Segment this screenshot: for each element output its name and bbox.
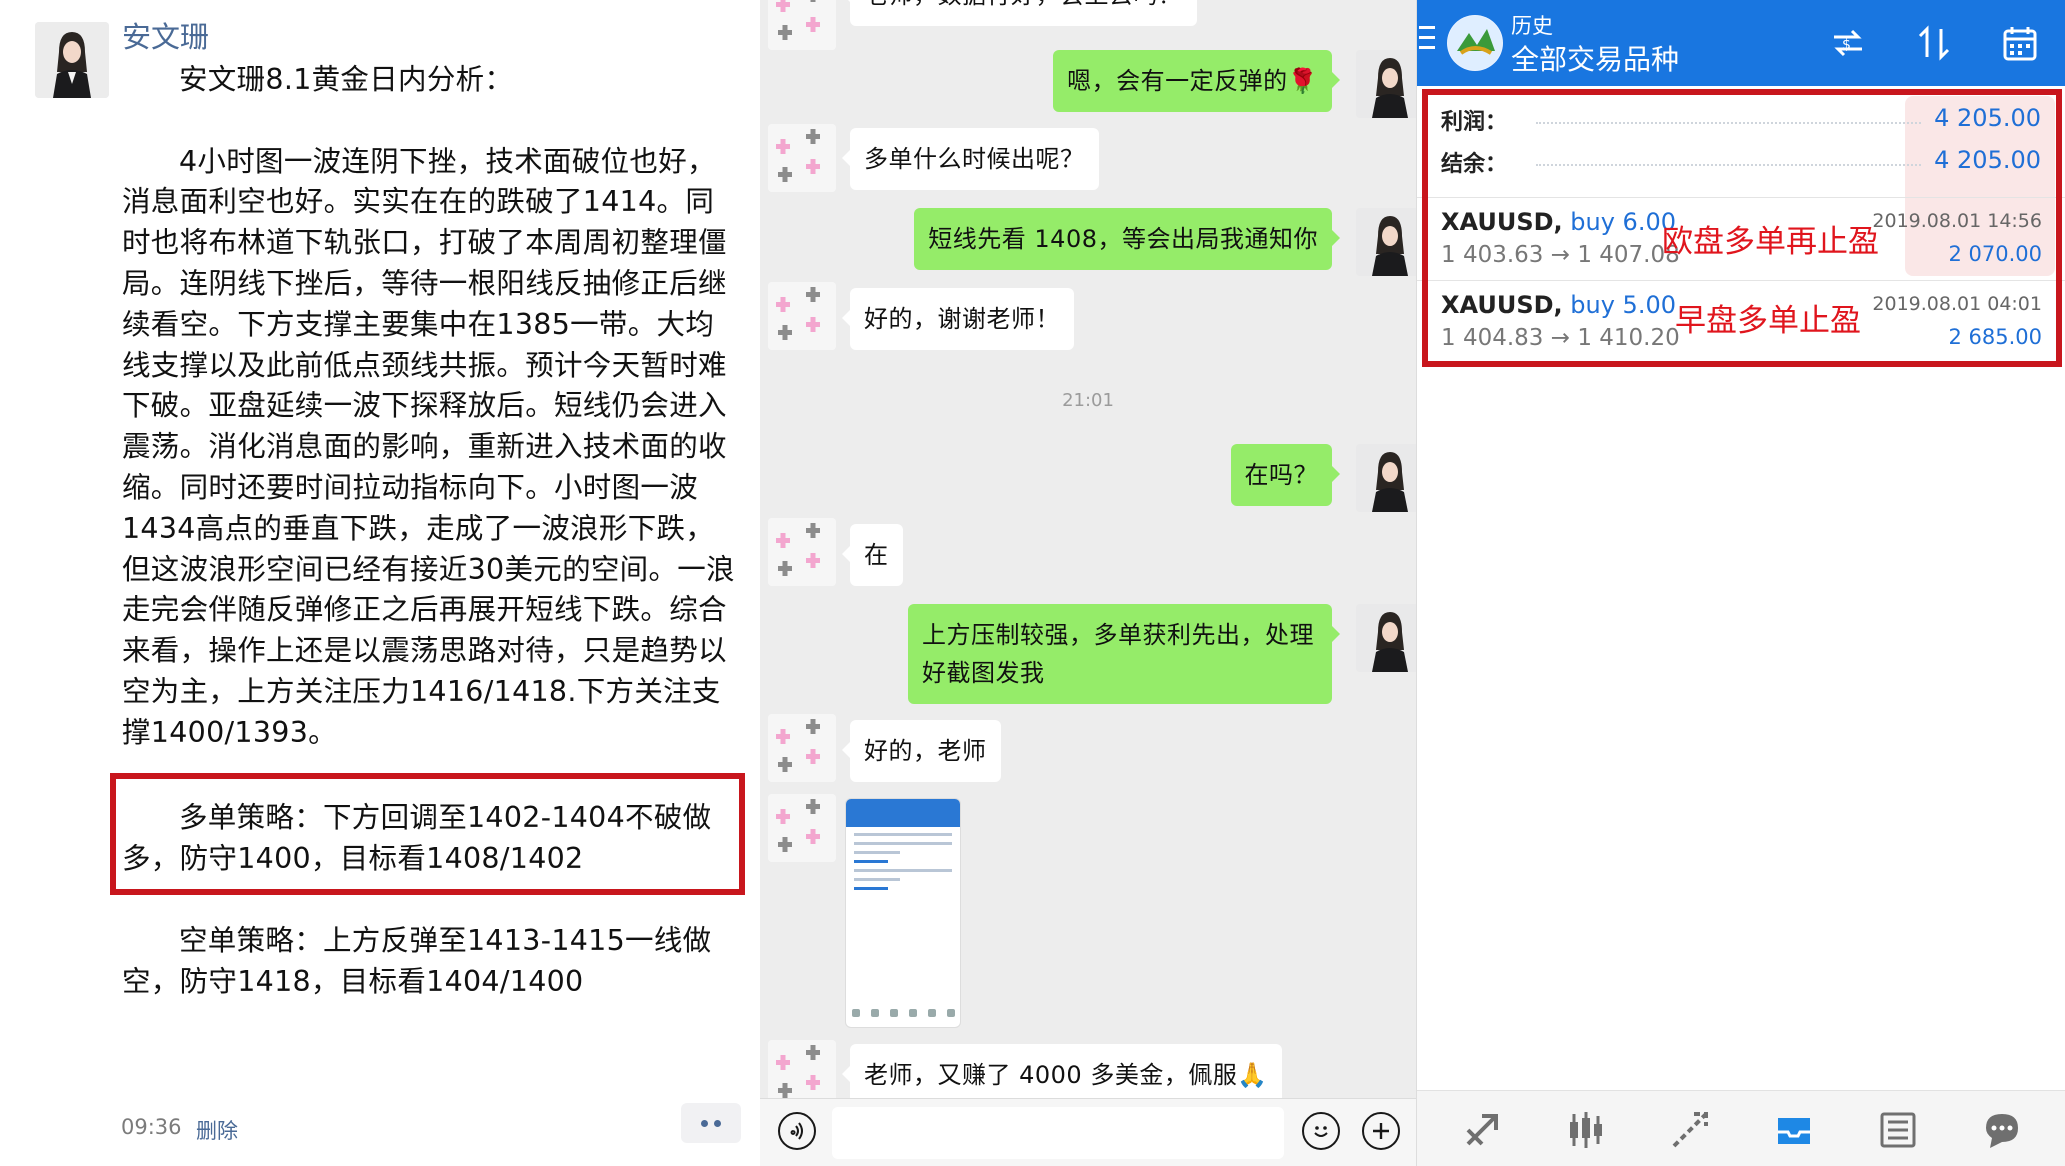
bottom-nav xyxy=(1417,1090,2065,1166)
app-header: 历史 全部交易品种 $ xyxy=(1417,0,2065,86)
pattern-avatar-icon xyxy=(768,0,836,50)
moments-post-panel: 安文珊 安文珊8.1黄金日内分析： 4小时图一波连阴下挫，技术面破位也好，消息面… xyxy=(0,0,760,1166)
contact-avatar[interactable] xyxy=(768,518,836,586)
image-message-thumbnail[interactable] xyxy=(845,798,961,1028)
messages-icon[interactable] xyxy=(1977,1105,2027,1155)
chat-message-left[interactable]: 在 xyxy=(842,524,903,586)
self-avatar[interactable] xyxy=(1356,604,1416,672)
person-avatar-icon xyxy=(35,22,109,98)
person-avatar-icon xyxy=(1356,444,1416,512)
chart-icon[interactable] xyxy=(1561,1105,1611,1155)
metatrader-logo-icon xyxy=(1447,15,1503,71)
chat-message-left[interactable]: 好的，谢谢老师！ xyxy=(842,288,1074,350)
person-avatar-icon xyxy=(1356,208,1416,276)
header-title[interactable]: 全部交易品种 xyxy=(1511,38,1679,78)
add-icon[interactable] xyxy=(1362,1112,1400,1150)
highlight-box xyxy=(1422,89,2062,367)
contact-avatar[interactable] xyxy=(768,124,836,192)
person-avatar-icon xyxy=(1356,604,1416,672)
post-body: 4小时图一波连阴下挫，技术面破位也好，消息面利空也好。实实在在的跌破了1414。… xyxy=(122,144,735,749)
voice-input-icon[interactable] xyxy=(778,1112,816,1150)
author-avatar[interactable] xyxy=(35,22,109,98)
chat-message-right[interactable]: 在吗？ xyxy=(1230,444,1340,506)
svg-text:$: $ xyxy=(1842,37,1851,53)
contact-avatar[interactable] xyxy=(768,282,836,350)
self-avatar[interactable] xyxy=(1356,444,1416,512)
chat-message-right[interactable]: 嗯，会有一定反弹的🌹 xyxy=(1053,50,1340,112)
short-strategy-text: 空单策略：上方反弹至1413-1415一线做空，防守1418，目标看1404/1… xyxy=(122,924,712,998)
menu-icon[interactable] xyxy=(1419,26,1435,56)
author-name[interactable]: 安文珊 xyxy=(122,14,209,56)
sort-icon[interactable] xyxy=(1911,20,1957,66)
quotes-icon[interactable] xyxy=(1457,1105,1507,1155)
emoji-icon[interactable] xyxy=(1302,1112,1340,1150)
currency-exchange-icon[interactable]: $ xyxy=(1825,20,1871,66)
news-icon[interactable] xyxy=(1873,1105,1923,1155)
header-subtitle: 历史 xyxy=(1511,14,1553,38)
chat-message-left[interactable]: 多单什么时候出呢？ xyxy=(842,128,1099,190)
calendar-icon[interactable] xyxy=(1997,20,2043,66)
pattern-avatar-icon xyxy=(768,282,836,350)
more-button[interactable] xyxy=(681,1103,741,1143)
self-avatar[interactable] xyxy=(1356,208,1416,276)
delete-link[interactable]: 删除 xyxy=(196,1115,238,1145)
contact-avatar[interactable] xyxy=(768,794,836,862)
chat-message-right[interactable]: 上方压制较强，多单获利先出，处理好截图发我 xyxy=(908,604,1340,704)
person-avatar-icon xyxy=(1356,50,1416,118)
trade-icon[interactable] xyxy=(1665,1105,1715,1155)
trade-history-panel: 历史 全部交易品种 $ 利润： 4 205.00 结余： 4 205.00 XA… xyxy=(1416,0,2065,1166)
message-input[interactable] xyxy=(832,1107,1284,1159)
chat-timestamp: 21:01 xyxy=(1062,390,1114,411)
post-time: 09:36 xyxy=(121,1115,182,1139)
chat-message-left[interactable]: 老师，又赚了 4000 多美金，佩服🙏 xyxy=(842,1044,1282,1106)
self-avatar[interactable] xyxy=(1356,50,1416,118)
chat-message-left[interactable]: 好的，老师 xyxy=(842,720,1001,782)
history-icon[interactable] xyxy=(1769,1105,1819,1155)
pattern-avatar-icon xyxy=(768,518,836,586)
post-content: 安文珊8.1黄金日内分析： 4小时图一波连阴下挫，技术面破位也好，消息面利空也好… xyxy=(122,60,742,754)
long-strategy-text: 多单策略：下方回调至1402-1404不破做多，防守1400，目标看1408/1… xyxy=(122,801,712,875)
pattern-avatar-icon xyxy=(768,124,836,192)
pattern-avatar-icon xyxy=(768,794,836,862)
chat-input-bar xyxy=(760,1098,1416,1166)
chat-message-right[interactable]: 短线先看 1408，等会出局我通知你 xyxy=(914,208,1340,270)
contact-avatar[interactable] xyxy=(768,714,836,782)
post-title: 安文珊8.1黄金日内分析： xyxy=(179,63,514,96)
chat-message-left[interactable]: 老师，数据行好，会上去吗？ xyxy=(842,0,1197,26)
contact-avatar[interactable] xyxy=(768,0,836,50)
chat-panel: 老师，数据行好，会上去吗？ 嗯，会有一定反弹的🌹 多单什么时候出呢？ 短线先看 … xyxy=(760,0,1416,1166)
pattern-avatar-icon xyxy=(768,714,836,782)
